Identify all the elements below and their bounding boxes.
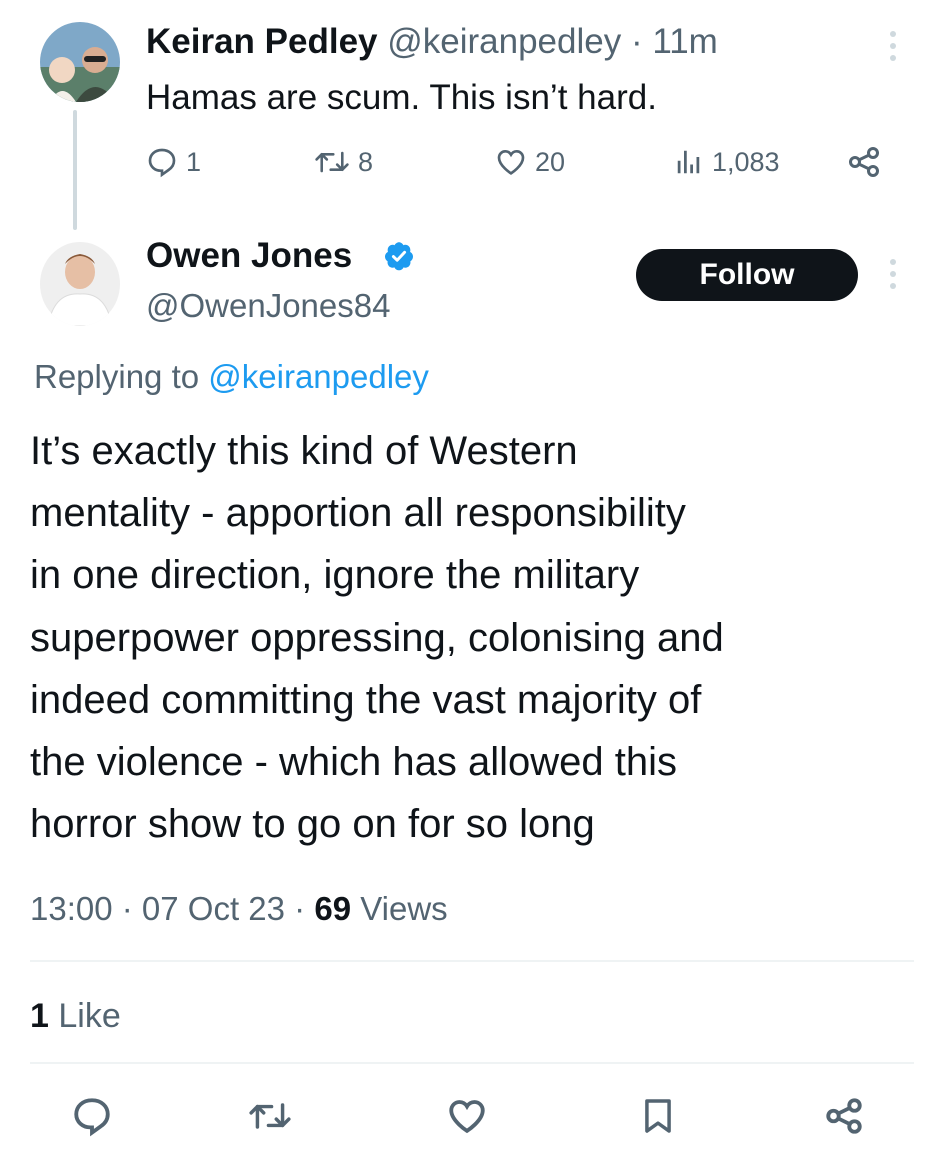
tweet-text-line: superpower oppressing, colonising and	[30, 615, 724, 660]
likes-label: Like	[48, 997, 121, 1035]
parent-avatar[interactable]	[40, 22, 120, 102]
header-separator: ·	[621, 22, 653, 61]
divider	[30, 1062, 914, 1064]
author-name[interactable]: Owen Jones	[146, 234, 352, 278]
views-label: Views	[351, 890, 448, 927]
tweet-text-line: mentality - apportion all responsibility	[30, 491, 686, 536]
views-count: 69	[314, 890, 352, 927]
share-nodes-icon	[849, 147, 879, 177]
parent-tweet-header: Keiran Pedley @keiranpedley · 11m	[146, 20, 718, 64]
parent-reply-count: 1	[186, 146, 202, 177]
parent-share-button[interactable]	[846, 140, 882, 184]
tweet-metadata: 13:00 · 07 Oct 23 · 69 Views	[30, 885, 448, 933]
parent-more-options-icon[interactable]	[878, 26, 908, 66]
tweet-text-line: It’s exactly this kind of Western	[30, 429, 578, 473]
parent-like-button[interactable]: 20	[495, 140, 565, 184]
replying-to-line: Replying to @keiranpedley	[34, 355, 429, 399]
parent-view-count: 1,083	[712, 146, 780, 177]
thread-connector-line	[73, 110, 77, 230]
verified-badge-icon	[383, 240, 415, 272]
parent-retweet-button[interactable]: 8	[314, 140, 373, 184]
tweet-time[interactable]: 13:00	[30, 890, 113, 927]
parent-views-button[interactable]: 1,083	[674, 140, 780, 184]
meta-separator: ·	[112, 890, 142, 927]
follow-button[interactable]: Follow	[636, 249, 858, 301]
likes-summary[interactable]: 1 Like	[30, 992, 121, 1040]
divider	[30, 960, 914, 962]
tweet-text-line: in one direction, ignore the military	[30, 553, 640, 598]
tweet-text-line: horror show to go on for so long	[30, 802, 595, 847]
parent-tweet-text: Hamas are scum. This isn’t hard.	[146, 78, 657, 117]
share-button[interactable]	[822, 1092, 866, 1140]
author-avatar[interactable]	[40, 242, 120, 326]
speech-bubble-icon	[74, 1098, 110, 1137]
retweet-button[interactable]	[248, 1092, 292, 1140]
likes-count: 1	[30, 997, 49, 1035]
tweet-text-line: the violence - which has allowed this	[30, 740, 678, 785]
heart-icon	[497, 149, 525, 175]
bookmark-icon	[645, 1099, 671, 1133]
reply-button[interactable]	[70, 1092, 114, 1140]
replying-to-prefix: Replying to	[34, 358, 209, 395]
author-handle[interactable]: @OwenJones84	[146, 284, 390, 328]
tweet-date[interactable]: 07 Oct 23	[142, 890, 285, 927]
parent-author-name[interactable]: Keiran Pedley	[146, 22, 378, 61]
bar-chart-icon	[677, 150, 700, 174]
parent-like-count: 20	[535, 146, 566, 177]
parent-reply-button[interactable]: 1	[146, 140, 201, 184]
bookmark-button[interactable]	[636, 1092, 680, 1140]
like-button[interactable]	[445, 1092, 489, 1140]
more-options-icon[interactable]	[878, 254, 908, 294]
heart-icon	[449, 1100, 485, 1134]
parent-author-handle[interactable]: @keiranpedley	[387, 22, 621, 61]
retweet-arrows-icon	[249, 1103, 291, 1129]
replying-to-mention[interactable]: @keiranpedley	[208, 358, 429, 395]
share-nodes-icon	[826, 1098, 862, 1134]
meta-separator: ·	[285, 890, 315, 927]
tweet-text: It’s exactly this kind of Western mental…	[30, 420, 910, 855]
retweet-arrows-icon	[315, 151, 349, 173]
parent-retweet-count: 8	[358, 146, 374, 177]
parent-tweet-time[interactable]: 11m	[652, 22, 718, 61]
tweet-text-line: indeed committing the vast majority of	[30, 677, 702, 722]
speech-bubble-icon	[148, 148, 176, 178]
